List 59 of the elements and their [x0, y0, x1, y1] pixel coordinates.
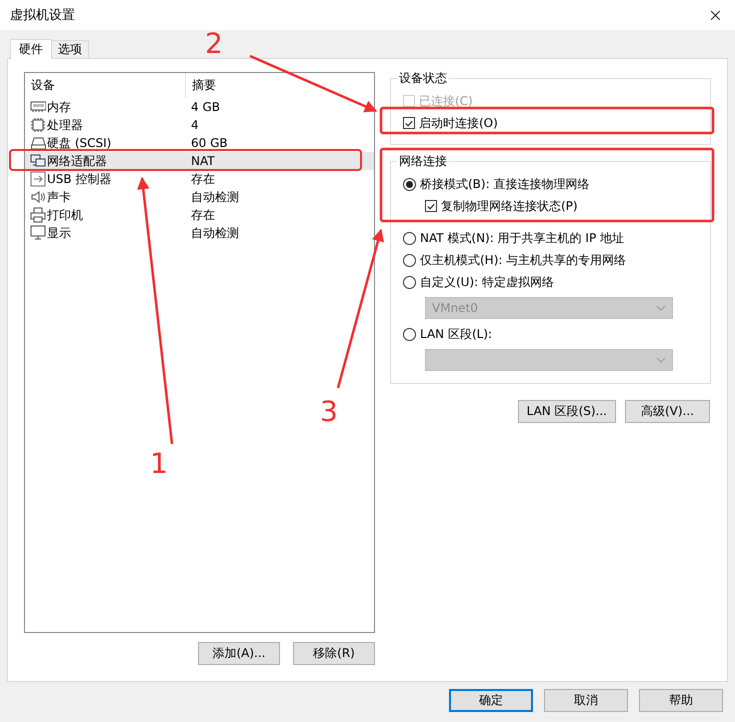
device-summary: 60 GB [191, 136, 228, 150]
checkbox-label[interactable]: 启动时连接(O) [419, 114, 498, 132]
dialog-button[interactable]: 帮助 [639, 689, 723, 712]
disk-icon [30, 135, 46, 151]
radio-label[interactable]: LAN 区段(L): [420, 326, 492, 342]
group-title: 设备状态 [399, 71, 447, 85]
device-name[interactable]: 硬盘 (SCSI) [47, 134, 112, 152]
network-icon [30, 153, 46, 169]
printer-icon [30, 207, 46, 223]
chip-icon [30, 117, 46, 133]
device-name[interactable]: USB 控制器 [47, 170, 112, 188]
dialog-button[interactable]: 移除(R) [293, 642, 375, 665]
dialog-button[interactable]: 取消 [544, 689, 628, 712]
group-title: 网络连接 [399, 154, 447, 168]
device-summary: 自动检测 [191, 190, 239, 204]
radio-label[interactable]: NAT 模式(N): 用于共享主机的 IP 地址 [420, 230, 624, 246]
monitor-icon [30, 225, 46, 241]
radio-button[interactable] [403, 232, 416, 244]
device-summary: 4 [191, 118, 199, 132]
radio-button[interactable] [403, 254, 416, 266]
callout-number: 3 [320, 396, 338, 428]
checkbox[interactable] [403, 117, 415, 129]
callout-number: 1 [150, 448, 168, 480]
device-name[interactable]: 内存 [47, 98, 71, 116]
window-title: 虚拟机设置 [10, 7, 75, 24]
device-name[interactable]: 处理器 [47, 116, 83, 134]
dialog-button[interactable]: 高级(V)... [625, 400, 710, 423]
speaker-icon [30, 189, 46, 205]
usb-icon [30, 171, 46, 187]
selected-row-highlight[interactable]: 网络适配器 NAT [25, 152, 374, 170]
column-header: 设备 [31, 77, 55, 94]
tab[interactable]: 选项 [51, 40, 89, 58]
checkbox[interactable] [425, 200, 437, 212]
device-summary: NAT [191, 154, 215, 168]
device-name[interactable]: 显示 [47, 224, 71, 242]
close-button[interactable]: × [706, 4, 725, 26]
column-header: 摘要 [192, 78, 216, 92]
device-name[interactable]: 声卡 [47, 188, 71, 206]
tab[interactable]: 硬件 [10, 39, 52, 59]
device-summary: 存在 [191, 208, 215, 222]
memory-icon [30, 99, 46, 115]
device-name[interactable]: 打印机 [47, 206, 83, 224]
radio-label[interactable]: 仅主机模式(H): 与主机共享的专用网络 [420, 252, 626, 268]
dialog-button[interactable]: 确定 [449, 689, 533, 712]
callout-number: 2 [205, 28, 223, 60]
device-summary: 4 GB [191, 100, 220, 114]
radio-label[interactable]: 桥接模式(B): 直接连接物理网络 [420, 176, 590, 192]
radio-button[interactable] [403, 276, 416, 288]
radio-button[interactable] [403, 328, 416, 340]
checkbox-label[interactable]: 复制物理网络连接状态(P) [441, 198, 578, 214]
device-summary: 存在 [191, 172, 215, 186]
device-summary: 自动检测 [191, 226, 239, 240]
caret-icon [656, 357, 666, 363]
radio-button[interactable] [403, 178, 416, 190]
device-name[interactable]: 网络适配器 [47, 152, 107, 170]
caret-icon [656, 305, 666, 311]
radio-label[interactable]: 自定义(U): 特定虚拟网络 [420, 274, 554, 290]
dialog-button[interactable]: 添加(A)... [198, 642, 280, 665]
dialog-button[interactable]: LAN 区段(S)... [518, 400, 616, 423]
